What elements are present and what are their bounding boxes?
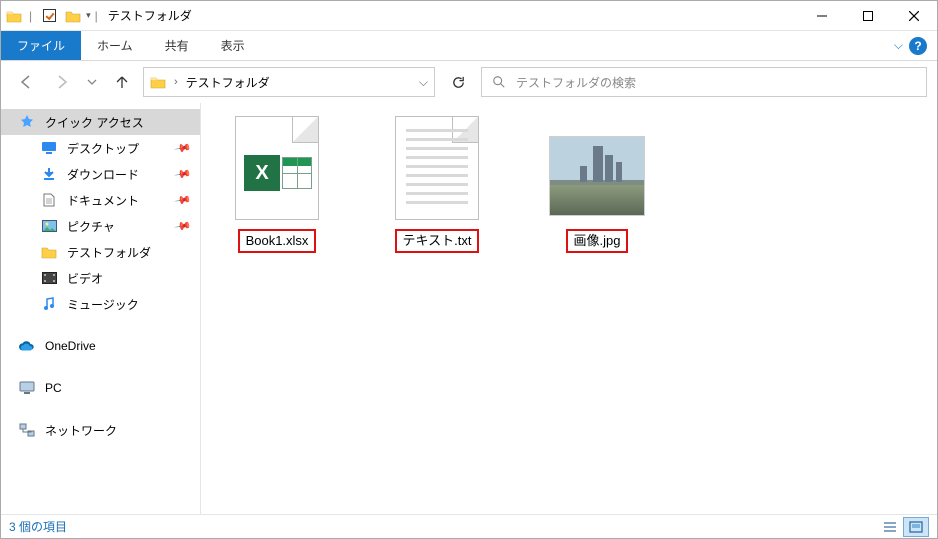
textfile-icon xyxy=(389,113,485,223)
pin-icon: 📌 xyxy=(174,165,193,184)
sidebar-videos[interactable]: ビデオ xyxy=(1,265,200,291)
sidebar-music[interactable]: ミュージック xyxy=(1,291,200,317)
qat: | ▾ | テストフォルダ xyxy=(1,1,192,30)
address-bar[interactable]: › テストフォルダ ⌵ xyxy=(143,67,435,97)
file-name-label: 画像.jpg xyxy=(566,229,629,253)
file-list[interactable]: X Book1.xlsx テキスト.txt xyxy=(201,103,937,514)
folder-icon xyxy=(3,5,25,27)
sidebar-item-label: デスクトップ xyxy=(67,140,139,157)
video-icon xyxy=(41,270,57,286)
window-title: テストフォルダ xyxy=(108,7,192,24)
search-placeholder: テストフォルダの検索 xyxy=(516,74,636,91)
search-icon xyxy=(492,75,506,89)
tab-share[interactable]: 共有 xyxy=(149,31,205,60)
maximize-button[interactable] xyxy=(845,1,891,30)
excel-icon: X xyxy=(229,113,325,223)
search-box[interactable]: テストフォルダの検索 xyxy=(481,67,927,97)
sidebar-item-label: ビデオ xyxy=(67,270,103,287)
sidebar-desktop[interactable]: デスクトップ 📌 xyxy=(1,135,200,161)
folder-icon xyxy=(41,244,57,260)
sidebar-item-label: OneDrive xyxy=(45,339,96,353)
document-icon xyxy=(41,192,57,208)
qat-customize-icon[interactable]: ▾ xyxy=(86,10,91,21)
sidebar-item-label: クイック アクセス xyxy=(45,114,144,131)
sidebar-item-label: ネットワーク xyxy=(45,422,117,439)
sidebar-downloads[interactable]: ダウンロード 📌 xyxy=(1,161,200,187)
pin-icon: 📌 xyxy=(174,191,193,210)
recent-locations-button[interactable] xyxy=(83,67,101,97)
file-name-label: Book1.xlsx xyxy=(238,229,317,253)
view-large-icons-button[interactable] xyxy=(903,517,929,537)
sidebar-item-label: PC xyxy=(45,381,62,395)
navigation-pane: クイック アクセス デスクトップ 📌 ダウンロード 📌 ドキュメント 📌 ピクチ… xyxy=(1,103,201,514)
sidebar-documents[interactable]: ドキュメント 📌 xyxy=(1,187,200,213)
pin-icon: 📌 xyxy=(174,217,193,236)
close-button[interactable] xyxy=(891,1,937,30)
new-folder-icon[interactable] xyxy=(62,5,84,27)
breadcrumb-separator: › xyxy=(174,76,178,88)
sidebar-item-label: ミュージック xyxy=(67,296,139,313)
properties-icon[interactable] xyxy=(38,5,60,27)
tab-view[interactable]: 表示 xyxy=(205,31,261,60)
up-button[interactable] xyxy=(107,67,137,97)
image-thumbnail xyxy=(549,113,645,223)
sidebar-item-label: ダウンロード xyxy=(67,166,139,183)
sidebar-pictures[interactable]: ピクチャ 📌 xyxy=(1,213,200,239)
forward-button[interactable] xyxy=(47,67,77,97)
folder-icon xyxy=(150,75,166,89)
window-controls xyxy=(799,1,937,30)
sidebar-pc[interactable]: PC xyxy=(1,375,200,401)
sidebar-onedrive[interactable]: OneDrive xyxy=(1,333,200,359)
explorer-window: | ▾ | テストフォルダ ファイル ホーム 共有 表示 ⌵ xyxy=(0,0,938,539)
music-icon xyxy=(41,296,57,312)
ribbon: ファイル ホーム 共有 表示 ⌵ ? xyxy=(1,31,937,61)
sidebar-network[interactable]: ネットワーク xyxy=(1,417,200,443)
file-item-text[interactable]: テキスト.txt xyxy=(377,113,497,253)
pin-icon: 📌 xyxy=(174,139,193,158)
qat-sep2: | xyxy=(95,9,98,23)
star-icon xyxy=(19,114,35,130)
tab-file[interactable]: ファイル xyxy=(1,31,81,60)
address-dropdown-icon[interactable]: ⌵ xyxy=(419,75,428,90)
qat-sep: | xyxy=(29,9,32,23)
ribbon-collapse-icon[interactable]: ⌵ xyxy=(894,38,903,53)
file-item-excel[interactable]: X Book1.xlsx xyxy=(217,113,337,253)
pc-icon xyxy=(19,380,35,396)
sidebar-item-label: ドキュメント xyxy=(67,192,139,209)
view-details-button[interactable] xyxy=(877,517,903,537)
file-name-label: テキスト.txt xyxy=(395,229,480,253)
tab-home[interactable]: ホーム xyxy=(81,31,149,60)
sidebar-item-label: ピクチャ xyxy=(67,218,115,235)
back-button[interactable] xyxy=(11,67,41,97)
help-button[interactable]: ? xyxy=(909,37,927,55)
onedrive-icon xyxy=(19,338,35,354)
sidebar-quick-access[interactable]: クイック アクセス xyxy=(1,109,200,135)
navigation-row: › テストフォルダ ⌵ テストフォルダの検索 xyxy=(1,61,937,103)
sidebar-item-label: テストフォルダ xyxy=(67,244,151,261)
desktop-icon xyxy=(41,140,57,156)
breadcrumb-segment[interactable]: テストフォルダ xyxy=(186,74,270,91)
sidebar-test-folder[interactable]: テストフォルダ xyxy=(1,239,200,265)
file-item-image[interactable]: 画像.jpg xyxy=(537,113,657,253)
refresh-button[interactable] xyxy=(441,67,475,97)
minimize-button[interactable] xyxy=(799,1,845,30)
network-icon xyxy=(19,422,35,438)
body: クイック アクセス デスクトップ 📌 ダウンロード 📌 ドキュメント 📌 ピクチ… xyxy=(1,103,937,514)
pictures-icon xyxy=(41,218,57,234)
status-bar: 3 個の項目 xyxy=(1,514,937,538)
item-count: 3 個の項目 xyxy=(9,518,67,535)
title-bar: | ▾ | テストフォルダ xyxy=(1,1,937,31)
download-icon xyxy=(41,166,57,182)
